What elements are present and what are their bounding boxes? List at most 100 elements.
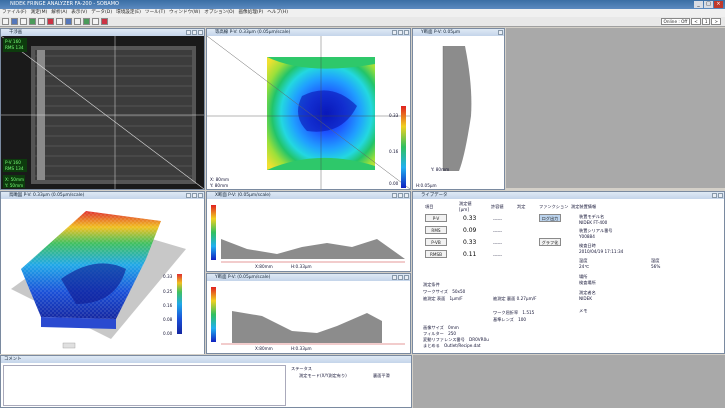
view3d-scale-3: 0.08 [163, 317, 173, 322]
menu-item-6[interactable]: ツール(T) [145, 9, 165, 17]
zoom-icon[interactable] [74, 18, 81, 25]
contour-scale-mid: 0.16 [389, 149, 399, 154]
xsection1-panel: X断面 P-V: (0.05μm/scale) X:80mm H:0.33μm [206, 191, 411, 272]
result-rms-value: 0.09 [463, 227, 477, 234]
prev-page-button[interactable]: < [691, 18, 701, 25]
maximize-button[interactable]: □ [704, 1, 713, 8]
xsec2-x-label: X:80mm [255, 346, 273, 351]
result-pv-value: 0.33 [463, 215, 477, 222]
comment-panel: コメント ステータス 測定モード(X/Y測定有り) 裏面平滑 [0, 355, 412, 408]
layout-icon[interactable] [83, 18, 90, 25]
result-pv-tol: ------ [493, 217, 503, 222]
interf-pv: P-V 160 [5, 39, 21, 44]
save-icon[interactable] [20, 18, 27, 25]
view3d-panel: 鳥瞰図 P-V: 0.33μm (0.05μm/scale) 0.33 0.25… [0, 191, 205, 354]
interferogram-image[interactable] [0, 35, 205, 190]
results-header-item: 項目 [425, 204, 434, 209]
cond-back: 被測定 裏面 0.27μm/F [493, 296, 537, 301]
app-title: NIDEK FRINGE ANALYZER FA-200 - SOBAMO [10, 1, 119, 7]
contour-title: 等高線 P-V: 0.33μm (0.05μm/scale) [207, 29, 410, 36]
copy-icon[interactable] [56, 18, 63, 25]
info-title: 測定装置情報 [571, 204, 597, 209]
status-title: ステータス [291, 366, 312, 371]
contour-map[interactable] [206, 35, 411, 190]
online-status[interactable]: Online : Off [660, 18, 691, 25]
info-memo-label: メモ [579, 308, 588, 313]
xsection1-profile[interactable] [207, 199, 410, 271]
cond-lens: 基準レンズ 100 [493, 317, 527, 322]
menu-item-5[interactable]: 環境設定(E) [116, 9, 141, 17]
cond-worksize: ワークサイズ 50x50 [423, 289, 466, 294]
xsection2-profile[interactable] [207, 281, 410, 353]
info-operator: NIDEK [579, 296, 592, 301]
xsec1-h-label: H:0.33μm [291, 264, 312, 269]
menu-item-9[interactable]: 画像処理(P) [238, 9, 263, 17]
cond-surface: 被測定 表面 1μm/F [423, 296, 463, 301]
bottom-right-workspace [413, 355, 725, 408]
window-titlebar: NIDEK FRINGE ANALYZER FA-200 - SOBAMO _ … [0, 0, 725, 9]
analyze-icon[interactable] [38, 18, 45, 25]
extra-recipe: まとめる Outlet/Recipe.dat [423, 343, 481, 348]
results-header-tol: 許容値 [491, 204, 504, 209]
open-file-icon[interactable] [11, 18, 18, 25]
view3d-scale-2: 0.16 [163, 303, 173, 308]
help-icon[interactable] [101, 18, 108, 25]
menu-item-10[interactable]: ヘルプ(H) [267, 9, 288, 17]
interf-rms: RMS 134 [5, 45, 24, 50]
page-indicator[interactable]: 1 [701, 18, 711, 25]
status-right: 裏面平滑 [373, 373, 390, 378]
next-page-button[interactable]: > [711, 18, 721, 25]
comment-title: コメント [1, 356, 411, 363]
result-rmsb-button[interactable]: RMSB [425, 250, 447, 258]
view3d-scale-4: 0.00 [163, 331, 173, 336]
interferogram-panel: 干渉画 P-V 160 RMS 134 P-V 160 RMS 134 X: 5… [0, 28, 205, 190]
menu-item-1[interactable]: 測定(M) [31, 9, 48, 17]
results-header-judge: 判定 [517, 204, 526, 209]
toolbar-right: Online : Off < 1 > [660, 18, 721, 25]
cond-index: ワーク屈折率 1.515 [493, 310, 535, 315]
info-model: NIDEK FT-400 [579, 220, 608, 225]
graph-button[interactable]: グラフ化 [539, 238, 561, 246]
xsection1-title: X断面 P-V: (0.05μm/scale) [207, 192, 410, 199]
new-file-icon[interactable] [2, 18, 9, 25]
grid-icon[interactable] [92, 18, 99, 25]
menu-item-7[interactable]: ウィンドウ(W) [169, 9, 200, 17]
xsection2-panel: Y断面 P-V: (0.05μm/scale) X:80mm H:0.33μm [206, 273, 411, 354]
menu-item-8[interactable]: オプション(O) [204, 9, 234, 17]
surface-3d-plot[interactable] [1, 199, 204, 354]
interf-bottom-rms: RMS 134 [5, 166, 24, 171]
xsec2-h-label: H:0.33μm [291, 346, 312, 351]
menu-item-3[interactable]: 表示(V) [71, 9, 87, 17]
view3d-title: 鳥瞰図 P-V: 0.33μm (0.05μm/scale) [1, 192, 204, 199]
result-pvb-button[interactable]: P-VB [425, 238, 447, 246]
view3d-scale-1: 0.25 [163, 289, 173, 294]
info-hum: 56% [651, 264, 661, 269]
close-button[interactable]: × [714, 1, 723, 8]
result-rmsb-value: 0.11 [463, 251, 477, 258]
print-icon[interactable] [65, 18, 72, 25]
menu-item-4[interactable]: データ(D) [91, 9, 112, 17]
info-temp: 24℃ [579, 264, 590, 269]
result-rms-button[interactable]: RMS [425, 226, 447, 234]
menu-item-0[interactable]: ファイル(F) [2, 9, 27, 17]
interf-x-label: X: 50mm [5, 177, 25, 182]
result-pv-button[interactable]: P-V [425, 214, 447, 222]
minimize-button[interactable]: _ [694, 1, 703, 8]
menu-item-2[interactable]: 解析(A) [51, 9, 67, 17]
section-profile[interactable] [413, 36, 504, 189]
contour-scale-min: 0.00 [389, 181, 399, 186]
info-serial: Y00884 [579, 234, 595, 239]
view3d-scale-0: 0.33 [163, 274, 173, 279]
section-panel: Y断面 P-V: 0.05μm Y: 80mm H:0.05μm [412, 28, 505, 190]
log-output-button[interactable]: ログ出力 [539, 214, 561, 222]
status-line: 測定モード(X/Y測定有り) [299, 373, 347, 378]
xsection2-title: Y断面 P-V: (0.05μm/scale) [207, 274, 410, 281]
contour-x-label: X: 80mm [210, 177, 230, 182]
measure-icon[interactable] [29, 18, 36, 25]
result-pvb-value: 0.33 [463, 239, 477, 246]
window-controls: _ □ × [694, 1, 723, 8]
stop-icon[interactable] [47, 18, 54, 25]
result-pvb-tol: ------ [493, 241, 503, 246]
toolbar: Online : Off < 1 > [0, 17, 725, 27]
comment-input[interactable] [3, 365, 286, 406]
